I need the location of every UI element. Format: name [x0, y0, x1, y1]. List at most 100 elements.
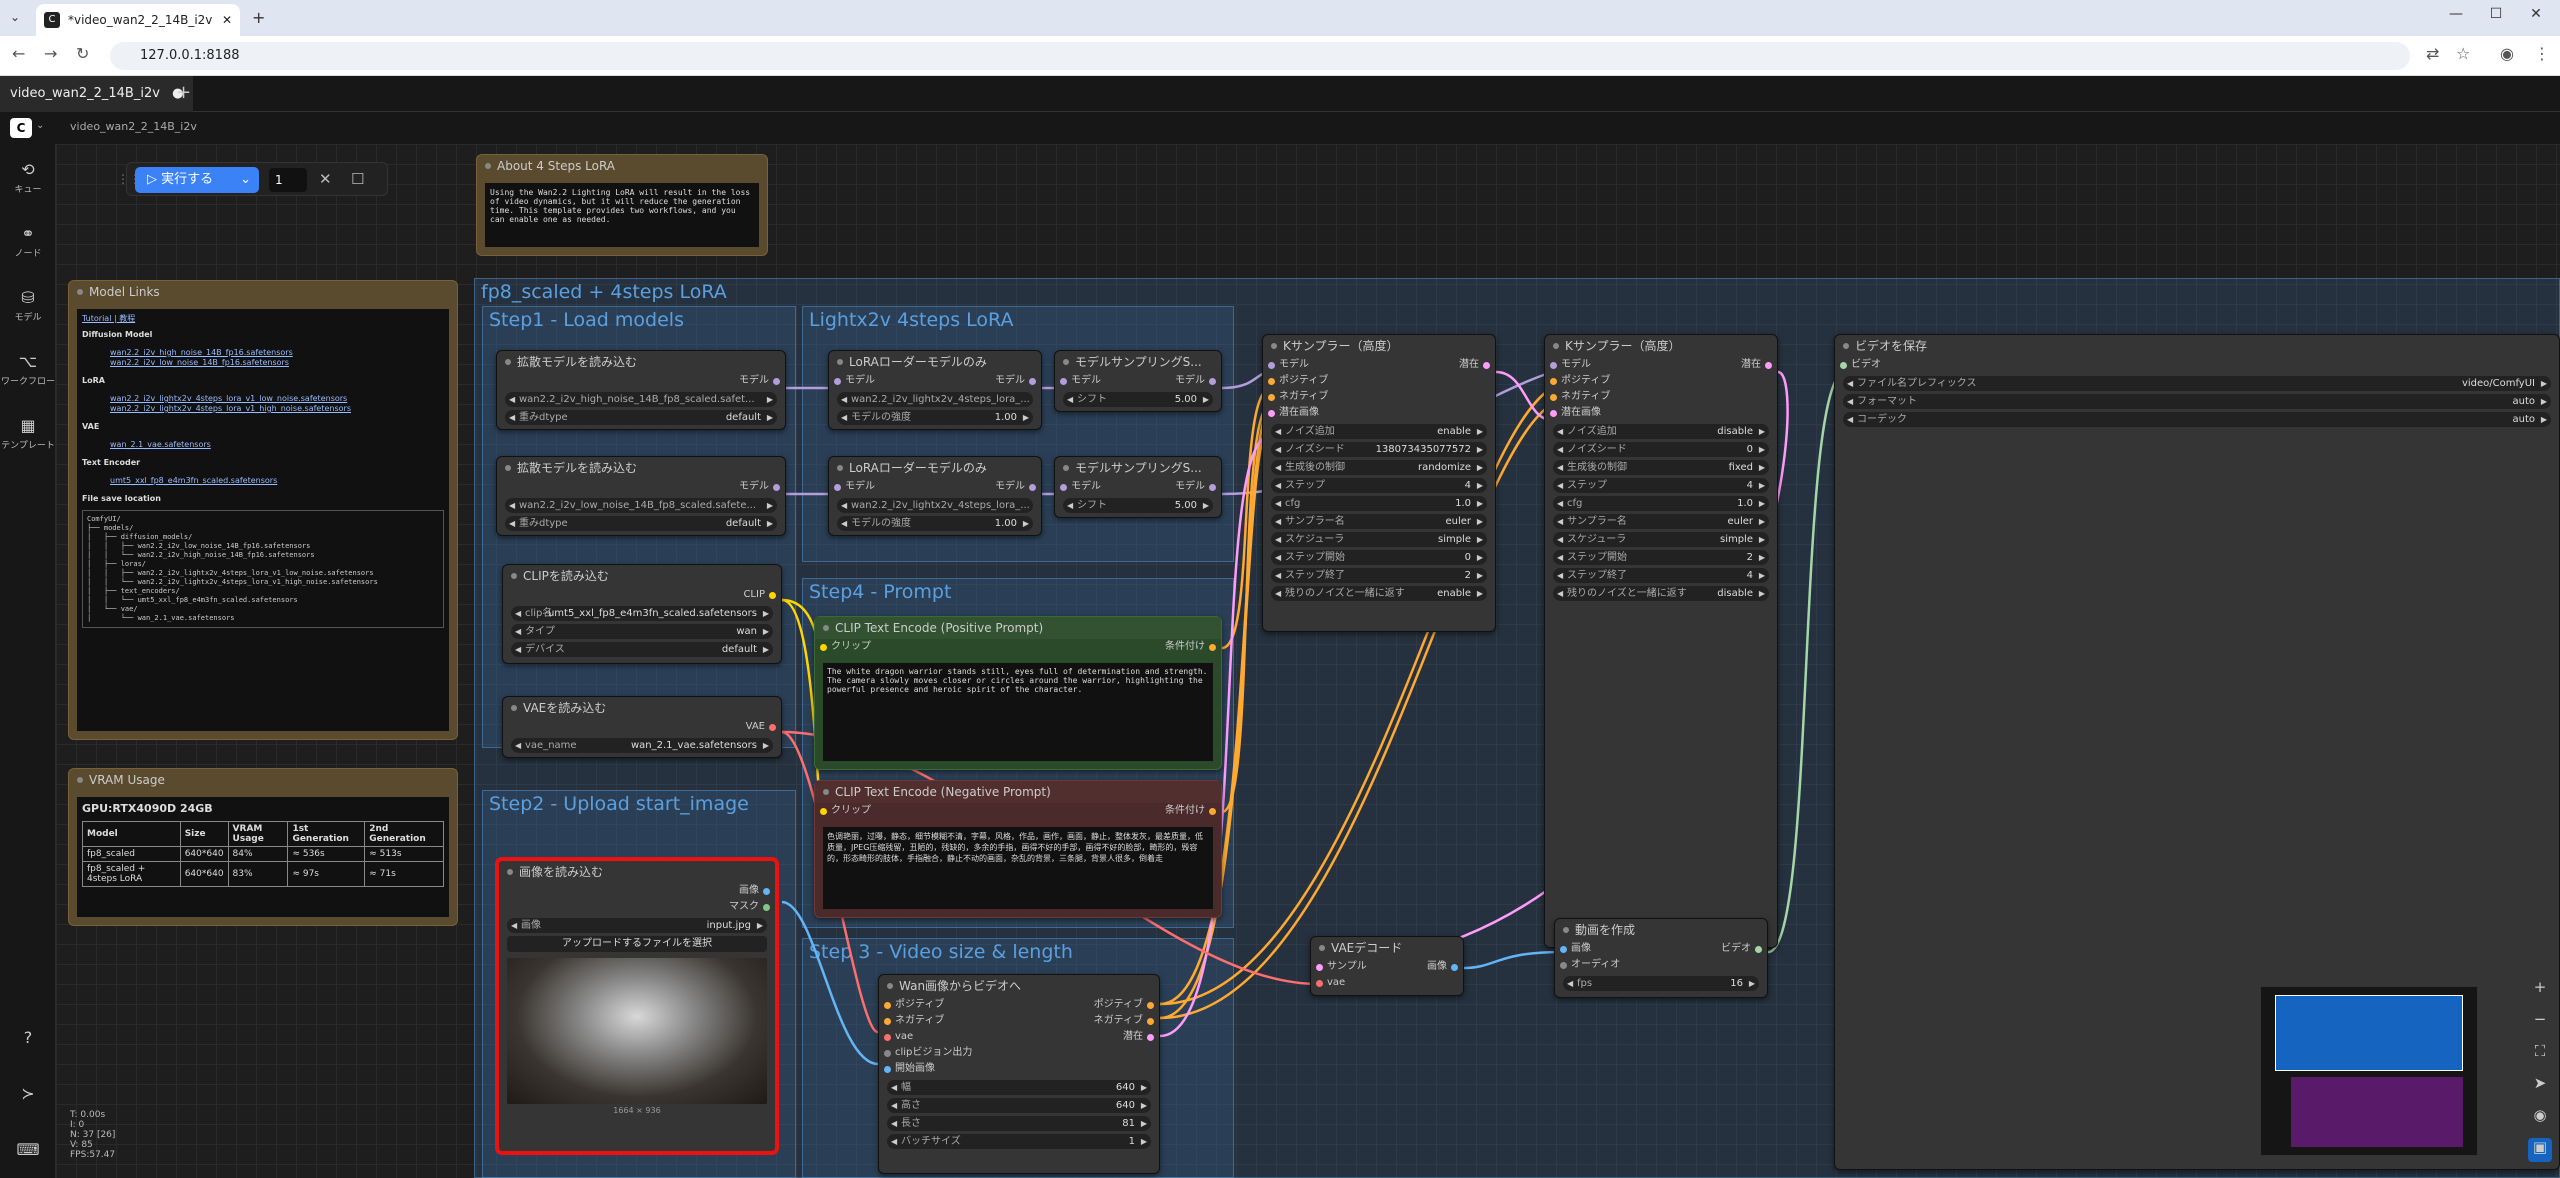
length-field[interactable]: 長さ81 [887, 1116, 1151, 1131]
ks1-control[interactable]: 生成後の制御randomize [1271, 460, 1487, 475]
sidebar-item-workflows[interactable]: ⌥ ワークフロー [0, 352, 56, 387]
keyboard-icon[interactable]: ⌨ [0, 1140, 56, 1162]
fit-view-icon[interactable]: ⛶ [2528, 1042, 2552, 1066]
link-v1[interactable]: wan_2.1_vae.safetensors [82, 440, 444, 450]
fps-field[interactable]: fps16 [1563, 976, 1759, 991]
node-load-image[interactable]: 画像を読み込む 画像 マスク 画像input.jpg アップロードするファイルを… [496, 858, 778, 1154]
link-t1[interactable]: umt5_xxl_fp8_e4m3fn_scaled.safetensors [82, 476, 444, 486]
node-lora-high[interactable]: LoRAローダーモデルのみ モデルモデル wan2.2_i2v_lightx2v… [828, 350, 1042, 430]
link-l1[interactable]: wan2.2_i2v_lightx2v_4steps_lora_v1_low_n… [82, 394, 444, 404]
run-button[interactable]: ▷ 実行する ⌄ [135, 167, 259, 193]
codec-combo[interactable]: コーデックauto [1843, 412, 2551, 427]
node-create-video[interactable]: 動画を作成 画像ビデオ オーディオ fps16 [1554, 918, 1768, 998]
output-slot[interactable] [773, 484, 780, 491]
visibility-icon[interactable]: ◉ [2528, 1106, 2552, 1130]
clip-name-combo[interactable]: clip名umt5_xxl_fp8_e4m3fn_scaled.safetens… [511, 606, 773, 621]
shift-field[interactable]: シフト5.00 [1063, 392, 1213, 407]
ks2-scheduler[interactable]: スケジューラsimple [1553, 532, 1769, 547]
link-d2[interactable]: wan2.2_i2v_low_noise_14B_fp16.safetensor… [82, 358, 444, 368]
back-icon[interactable]: ← [12, 44, 25, 63]
positive-prompt-text[interactable]: The white dragon warrior stands still, e… [823, 663, 1213, 761]
ks1-cfg[interactable]: cfg1.0 [1271, 496, 1487, 511]
ks1-seed[interactable]: ノイズシード138073435077572 [1271, 442, 1487, 457]
workflow-tab[interactable]: video_wan2_2_14B_i2v ● [0, 76, 194, 112]
node-model-sampling-2[interactable]: モデルサンプリングS... モデルモデル シフト5.00 [1054, 456, 1222, 518]
ks2-control[interactable]: 生成後の制御fixed [1553, 460, 1769, 475]
height-field[interactable]: 高さ640 [887, 1098, 1151, 1113]
close-tab-icon[interactable]: ✕ [222, 13, 232, 27]
node-ksampler-1[interactable]: Kサンプラー（高度） モデル潜在 ポジティブ ネガティブ 潜在画像 ノイズ追加e… [1262, 334, 1496, 632]
link-d1[interactable]: wan2.2_i2v_high_noise_14B_fp16.safetenso… [82, 348, 444, 358]
profile-icon[interactable]: ◉ [2500, 44, 2514, 63]
ks2-start[interactable]: ステップ開始2 [1553, 550, 1769, 565]
dtype-combo[interactable]: 重みdtypedefault [505, 410, 777, 425]
link-l2[interactable]: wan2.2_i2v_lightx2v_4steps_lora_v1_high_… [82, 404, 444, 414]
lora-name-combo[interactable]: wan2.2_i2v_lightx2v_4steps_lora_... [837, 498, 1033, 528]
node-wan-image-to-video[interactable]: Wan画像からビデオへ ポジティブ ポジティブ ネガティブ ネガティブ vae 潜在 … [878, 974, 1160, 1174]
comfy-logo-icon[interactable]: C [10, 118, 32, 138]
run-chevron-icon[interactable]: ⌄ [240, 167, 251, 193]
ks2-sampler[interactable]: サンプラー名euler [1553, 514, 1769, 529]
output-slot[interactable] [769, 724, 776, 731]
node-unet-high[interactable]: 拡散モデルを読み込む モデル wan2.2_i2v_high_noise_14B… [496, 350, 786, 430]
forward-icon[interactable]: → [44, 44, 57, 63]
help-icon[interactable]: ? [0, 1028, 56, 1050]
ks1-scheduler[interactable]: スケジューラsimple [1271, 532, 1487, 547]
width-field[interactable]: 幅640 [887, 1080, 1151, 1095]
note-model-links[interactable]: Model Links Tutorial | 教程 Diffusion Mode… [68, 280, 458, 740]
sidebar-item-models[interactable]: ⛁ モデル [0, 288, 56, 323]
filename-prefix-field[interactable]: ファイル名プレフィックスvideo/ComfyUI [1843, 376, 2551, 391]
stop-icon[interactable]: ☐ [351, 170, 364, 188]
unet-name-combo[interactable]: wan2.2_i2v_low_noise_14B_fp8_scaled.safe… [505, 498, 777, 513]
minimize-button[interactable]: — [2436, 6, 2476, 30]
negative-prompt-text[interactable]: 色调艳丽，过曝，静态，细节模糊不清，字幕，风格，作品，画作，画面，静止，整体发灰… [823, 827, 1213, 909]
note-about-lora[interactable]: About 4 Steps LoRA Using the Wan2.2 Ligh… [476, 154, 768, 256]
upload-button[interactable]: アップロードするファイルを選択 [507, 936, 767, 952]
queue-count-stepper[interactable]: 1 [269, 168, 307, 192]
ks2-cfg[interactable]: cfg1.0 [1553, 496, 1769, 511]
tutorial-link[interactable]: Tutorial | 教程 [82, 314, 444, 324]
sidebar-item-nodes[interactable]: ⚭ ノード [0, 224, 56, 259]
format-combo[interactable]: フォーマットauto [1843, 394, 2551, 409]
new-tab-button[interactable]: + [252, 8, 265, 27]
ks2-seed[interactable]: ノイズシード0 [1553, 442, 1769, 457]
ks1-add-noise[interactable]: ノイズ追加enable [1271, 424, 1487, 439]
logo-chevron-icon[interactable]: ⌄ [36, 120, 44, 131]
ks2-end[interactable]: ステップ終了4 [1553, 568, 1769, 583]
ks1-return-noise[interactable]: 残りのノイズと一緒に返すenable [1271, 586, 1487, 601]
zoom-in-icon[interactable]: + [2528, 978, 2552, 1002]
ks2-steps[interactable]: ステップ4 [1553, 478, 1769, 493]
note-vram[interactable]: VRAM Usage GPU:RTX4090D 24GB Model Size VR… [68, 768, 458, 926]
ks1-sampler[interactable]: サンプラー名euler [1271, 514, 1487, 529]
node-ksampler-2[interactable]: Kサンプラー（高度） モデル潜在 ポジティブ ネガティブ 潜在画像 ノイズ追加d… [1544, 334, 1778, 948]
maximize-button[interactable]: ☐ [2476, 6, 2516, 30]
node-vae-loader[interactable]: VAEを読み込む VAE vae_namewan_2.1_vae.safeten… [502, 696, 782, 758]
node-lora-low[interactable]: LoRAローダーモデルのみ モデルモデル wan2.2_i2v_lightx2v… [828, 456, 1042, 536]
batch-size-field[interactable]: バッチサイズ1 [887, 1134, 1151, 1149]
ks1-start[interactable]: ステップ開始0 [1271, 550, 1487, 565]
select-mode-icon[interactable]: ➤ [2528, 1074, 2552, 1098]
sidebar-item-queue[interactable]: ⟲ キュー [0, 160, 56, 195]
dtype-combo[interactable]: 重みdtypedefault [505, 516, 777, 531]
add-workflow-button[interactable]: + [176, 82, 191, 103]
minimap[interactable] [2260, 986, 2478, 1156]
clip-type-combo[interactable]: タイプwan [511, 624, 773, 639]
url-field[interactable]: 127.0.0.1:8188 [110, 42, 2410, 70]
ks2-return-noise[interactable]: 残りのノイズと一緒に返すdisable [1553, 586, 1769, 601]
minimap-toggle-icon[interactable]: ▣ [2528, 1138, 2552, 1162]
ks1-end[interactable]: ステップ終了2 [1271, 568, 1487, 583]
output-slot[interactable] [773, 378, 780, 385]
image-combo[interactable]: 画像input.jpg [507, 918, 767, 933]
clip-device-combo[interactable]: デバイスdefault [511, 642, 773, 657]
vae-name-combo[interactable]: vae_namewan_2.1_vae.safetensors [511, 738, 773, 753]
node-negative-prompt[interactable]: CLIP Text Encode (Negative Prompt) クリップ条… [814, 780, 1222, 918]
graph-canvas[interactable]: ⋮⋮ ▷ 実行する ⌄ 1 ✕ ☐ fp8_scaled + 4steps LoR… [56, 144, 2560, 1178]
lora-strength[interactable]: モデルの強度1.00 [837, 410, 1033, 425]
lora-name-combo[interactable]: wan2.2_i2v_lightx2v_4steps_lora_... [837, 392, 1033, 422]
ks1-steps[interactable]: ステップ4 [1271, 478, 1487, 493]
translate-icon[interactable]: ⇄ [2426, 44, 2439, 63]
terminal-icon[interactable]: ≻ [0, 1084, 56, 1106]
browser-tab[interactable]: C *video_wan2_2_14B_i2v - Comf... ✕ [36, 4, 240, 36]
node-positive-prompt[interactable]: CLIP Text Encode (Positive Prompt) クリップ条… [814, 616, 1222, 770]
bookmark-star-icon[interactable]: ☆ [2456, 44, 2470, 63]
